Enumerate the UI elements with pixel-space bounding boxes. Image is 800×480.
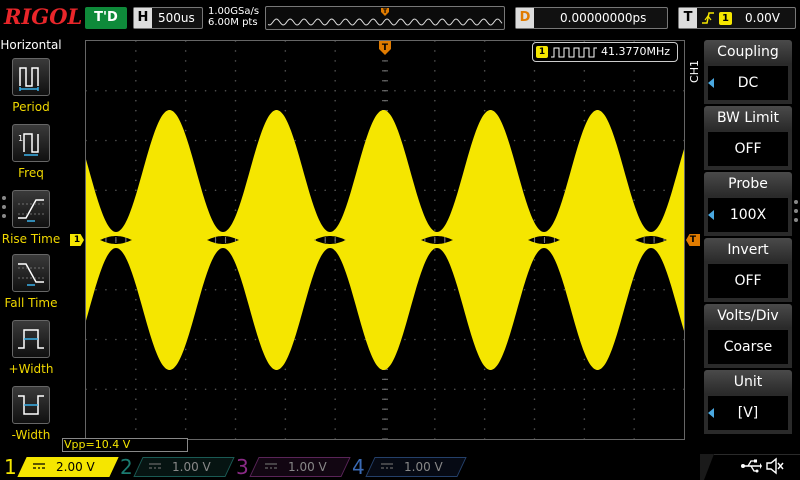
channel4-number: 4 — [352, 455, 365, 479]
counter-channel-chip: 1 — [536, 46, 548, 58]
waveform-display[interactable] — [85, 40, 685, 440]
counter-frequency-value: 41.3770MHz — [601, 45, 671, 58]
menu-probe-title: Probe — [704, 172, 792, 196]
usb-icon — [741, 459, 762, 473]
trigger-box[interactable]: T 1 0.00V — [678, 7, 796, 29]
ch1-menu-tab: CH1 — [688, 60, 701, 83]
menu-unit-arrow-icon — [708, 408, 714, 418]
menu-coupling-value: DC — [708, 66, 788, 100]
measure-rise-time-button[interactable]: Rise Time — [0, 190, 62, 252]
memory-depth: 6.00M pts — [208, 17, 258, 28]
menu-volts-div[interactable]: Volts/Div Coarse — [704, 304, 792, 368]
measurement-category-title[interactable]: Horizontal — [0, 38, 62, 52]
channel1-number: 1 — [4, 455, 17, 479]
channel3-status[interactable]: 3 1.00 V — [236, 454, 351, 480]
menu-page-indicator — [794, 200, 798, 227]
measurement-panel: Horizontal Period 1 Freq Rise Time Fall — [0, 36, 62, 452]
channel1-waveform — [86, 110, 684, 370]
menu-coupling-title: Coupling — [704, 40, 792, 64]
menu-volts-div-value: Coarse — [708, 330, 788, 364]
delay-box[interactable]: D 0.00000000ps — [515, 7, 668, 29]
period-icon — [12, 58, 50, 96]
channel4-scale: 1.00 V — [404, 460, 443, 474]
channel3-scale: 1.00 V — [288, 460, 327, 474]
measure-negative-width-label: -Width — [11, 428, 51, 442]
positive-width-icon — [12, 320, 50, 358]
trigger-level-value: 0.00V — [745, 11, 780, 25]
acquisition-info: 1.00GSa/s 6.00M pts — [208, 6, 259, 28]
menu-coupling-arrow-icon — [708, 78, 714, 88]
vpp-measurement-readout: Vpp=10.4 V — [62, 438, 188, 452]
channel2-status[interactable]: 2 1.00 V — [120, 454, 235, 480]
measure-frequency-button[interactable]: 1 Freq — [0, 124, 62, 186]
menu-unit-title: Unit — [704, 370, 792, 394]
rise-time-icon — [12, 190, 50, 228]
frequency-counter: 1 41.3770MHz — [532, 42, 678, 62]
channel1-status[interactable]: 1 2.00 V — [4, 454, 119, 480]
channel1-offset-marker[interactable]: 1 — [70, 234, 84, 246]
channel4-status[interactable]: 4 1.00 V — [352, 454, 467, 480]
svg-text:T: T — [382, 43, 389, 53]
menu-unit[interactable]: Unit [V] — [704, 370, 792, 434]
svg-text:1: 1 — [18, 134, 23, 143]
measure-rise-time-label: Rise Time — [1, 232, 61, 246]
rigol-logo: RIGOL — [4, 4, 83, 29]
speaker-muted-icon[interactable] — [765, 456, 785, 476]
channel2-scale: 1.00 V — [172, 460, 211, 474]
trigger-label: T — [679, 8, 697, 28]
memory-waveform-preview: T — [267, 8, 503, 26]
frequency-icon: 1 — [12, 124, 50, 162]
measure-fall-time-button[interactable]: Fall Time — [0, 254, 62, 316]
channel2-coupling-icon — [149, 463, 161, 469]
sample-rate: 1.00GSa/s — [208, 6, 260, 17]
trigger-level-marker[interactable]: T — [686, 234, 700, 246]
menu-bw-limit-value: OFF — [708, 132, 788, 166]
channel-menu: Coupling DC BW Limit OFF Probe 100X Inve… — [704, 40, 792, 436]
measure-period-button[interactable]: Period — [0, 58, 62, 120]
menu-probe[interactable]: Probe 100X — [704, 172, 792, 236]
channel2-number: 2 — [120, 455, 133, 479]
trigger-position-marker[interactable]: T — [378, 40, 392, 56]
menu-invert[interactable]: Invert OFF — [704, 238, 792, 302]
negative-width-icon — [12, 386, 50, 424]
memory-position-bar[interactable]: T — [265, 6, 505, 30]
dc-coupling-icon — [33, 463, 45, 469]
menu-probe-value: 100X — [708, 198, 788, 232]
square-wave-icon — [551, 47, 597, 58]
channel1-scale: 2.00 V — [56, 460, 95, 474]
top-status-bar: RIGOL T'D H 500us 1.00GSa/s 6.00M pts T … — [0, 0, 800, 36]
menu-probe-arrow-icon — [708, 210, 714, 220]
horizontal-label: H — [134, 8, 152, 28]
menu-bw-limit[interactable]: BW Limit OFF — [704, 106, 792, 170]
measure-positive-width-label: +Width — [8, 362, 54, 376]
delay-value: 0.00000000ps — [560, 11, 647, 25]
run-status-badge[interactable]: T'D — [85, 7, 127, 29]
channel-status-bar: 1 2.00 V 2 1.00 V 3 1.00 V 4 1.00 V — [0, 454, 800, 480]
delay-label: D — [516, 8, 534, 28]
menu-unit-value: [V] — [708, 396, 788, 430]
menu-invert-title: Invert — [704, 238, 792, 262]
timebase-value: 500us — [158, 11, 195, 25]
measure-period-label: Period — [12, 100, 50, 114]
horizontal-timebase-box[interactable]: H 500us — [133, 7, 203, 29]
measure-frequency-label: Freq — [18, 166, 44, 180]
trigger-source-chip: 1 — [719, 12, 732, 25]
measure-fall-time-label: Fall Time — [4, 296, 58, 310]
channel3-coupling-icon — [265, 463, 277, 469]
measure-negative-width-button[interactable]: -Width — [0, 386, 62, 448]
menu-bw-limit-title: BW Limit — [704, 106, 792, 130]
fall-time-icon — [12, 254, 50, 292]
rising-edge-icon — [702, 12, 714, 24]
menu-invert-value: OFF — [708, 264, 788, 298]
channel3-number: 3 — [236, 455, 249, 479]
menu-coupling[interactable]: Coupling DC — [704, 40, 792, 104]
menu-volts-div-title: Volts/Div — [704, 304, 792, 328]
measure-positive-width-button[interactable]: +Width — [0, 320, 62, 382]
channel4-coupling-icon — [381, 463, 393, 469]
